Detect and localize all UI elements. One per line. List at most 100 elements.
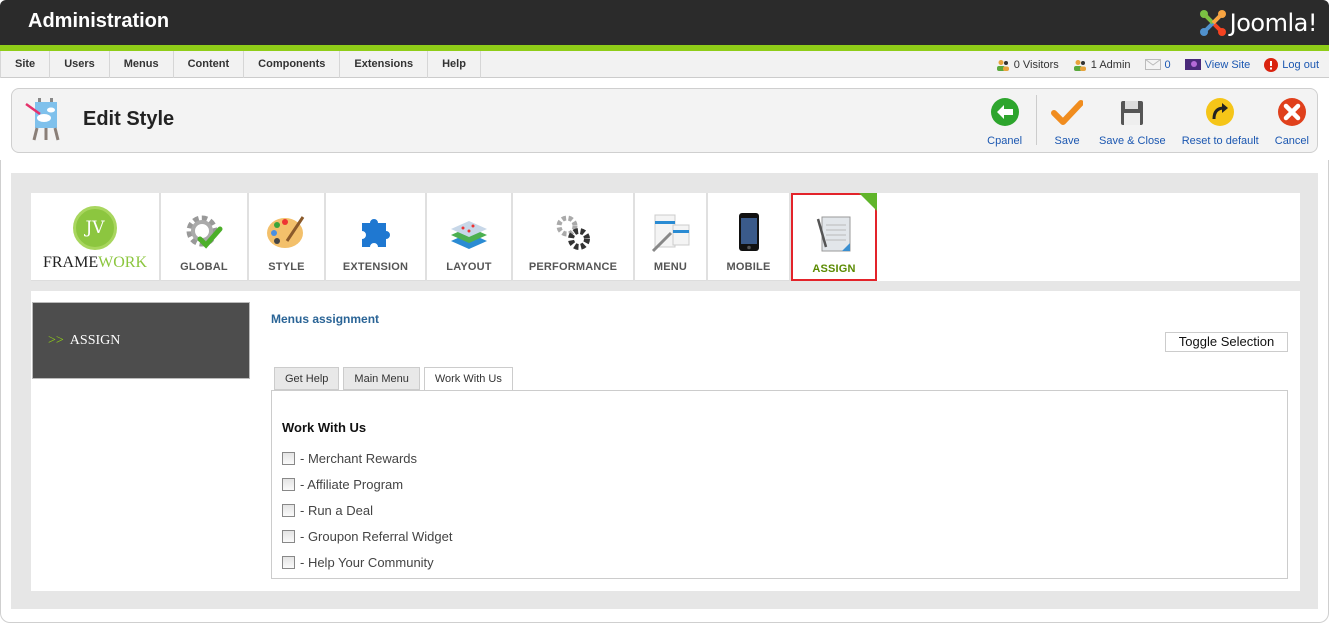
palette-icon <box>266 216 304 248</box>
menu-tabs: Get Help Main Menu Work With Us <box>274 367 517 391</box>
puzzle-icon <box>361 219 390 247</box>
tab-menu[interactable]: MENU <box>635 193 708 281</box>
status-area: 0 Visitors 1 Admin 0 View Site Log out <box>982 51 1319 78</box>
menu-item-site[interactable]: Site <box>0 51 51 78</box>
content-area: >> ASSIGN Menus assignment Toggle Selecti… <box>31 291 1300 591</box>
menu-item-components[interactable]: Components <box>244 51 341 78</box>
save-close-button[interactable]: Save & Close <box>1091 95 1174 147</box>
toolbar-separator <box>1036 95 1038 145</box>
sidebar-section-label: >> ASSIGN <box>48 333 120 349</box>
checkbox-label: - Merchant Rewards <box>300 450 418 466</box>
tab-panel: Work With Us - Merchant Rewards - Affili… <box>271 390 1288 579</box>
cancel-x-icon <box>1277 98 1306 126</box>
phone-icon <box>738 213 759 251</box>
easel-icon <box>25 98 60 141</box>
sidebar-section: >> ASSIGN <box>32 302 250 379</box>
list-item[interactable]: - Run a Deal <box>282 497 452 523</box>
checkbox[interactable] <box>282 477 295 491</box>
save-label: Save <box>1054 135 1080 147</box>
tab-extension-label: EXTENSION <box>342 261 409 273</box>
tab-global[interactable]: GLOBAL <box>161 193 249 281</box>
tab-performance-label: PERFORMANCE <box>528 261 618 273</box>
reset-default-label: Reset to default <box>1181 135 1259 147</box>
joomla-logo-icon <box>1199 10 1226 36</box>
logout-label[interactable]: Log out <box>1282 59 1319 71</box>
active-corner-icon <box>859 193 877 211</box>
users-icon <box>996 59 1009 71</box>
list-item[interactable]: - Help Your Community <box>282 549 452 575</box>
tab-main-menu[interactable]: Main Menu <box>343 367 420 390</box>
logout-icon <box>1264 57 1279 72</box>
layers-icon <box>451 221 487 249</box>
framework-logo-text: FRAMEWORK <box>43 254 147 272</box>
reset-default-button[interactable]: Reset to default <box>1174 95 1267 147</box>
logout-link[interactable]: Log out <box>1264 57 1319 72</box>
checkbox-label: - Groupon Referral Widget <box>300 528 453 544</box>
joomla-logo-text: Joomla! <box>1229 9 1318 37</box>
main-menu: Site Users Menus Content Components Exte… <box>0 51 481 78</box>
app-window: Administration Joomla! Site Users Menus … <box>0 0 1329 623</box>
cpanel-button[interactable]: Cpanel <box>979 95 1030 147</box>
menu-item-help[interactable]: Help <box>428 51 481 78</box>
menu-item-users[interactable]: Users <box>50 51 110 78</box>
checkbox-label: - Help Your Community <box>300 554 434 570</box>
view-site-link[interactable]: View Site <box>1184 59 1251 71</box>
save-close-label: Save & Close <box>1099 135 1166 147</box>
menu-item-menus[interactable]: Menus <box>110 51 174 78</box>
tab-layout[interactable]: LAYOUT <box>427 193 513 281</box>
framework-logo-circle: JV <box>73 206 117 250</box>
admin-users-icon <box>1073 59 1086 71</box>
menu-bar: Site Users Menus Content Components Exte… <box>0 51 1329 78</box>
tab-menu-label: MENU <box>653 261 688 273</box>
back-arrow-icon <box>990 98 1019 126</box>
messages-count[interactable]: 0 <box>1165 59 1171 71</box>
tab-style[interactable]: STYLE <box>249 193 326 281</box>
section-title: Menus assignment <box>271 312 380 326</box>
main-panel: JV FRAMEWORK GLOBAL STYLE EXTENSION LAYO… <box>11 173 1318 609</box>
list-item[interactable]: - Affiliate Program <box>282 471 452 497</box>
toolbar-box: Edit Style Cpanel Save Save & Close Rese… <box>11 88 1318 153</box>
checkbox[interactable] <box>282 503 295 517</box>
tab-assign-label: ASSIGN <box>812 263 856 275</box>
framework-logo: JV FRAMEWORK <box>31 193 161 281</box>
menu-item-extensions[interactable]: Extensions <box>340 51 429 78</box>
tab-assign[interactable]: ASSIGN <box>791 193 877 281</box>
tab-mobile-label: MOBILE <box>726 261 771 273</box>
admins-status: 1 Admin <box>1073 59 1131 71</box>
joomla-logo: Joomla! <box>1198 6 1318 40</box>
list-item[interactable]: - Groupon Referral Widget <box>282 523 452 549</box>
document-pen-icon <box>816 216 851 252</box>
mail-icon <box>1144 59 1161 70</box>
panel-heading: Work With Us <box>282 420 367 435</box>
view-site-label[interactable]: View Site <box>1205 59 1251 71</box>
checkmark-icon <box>1051 100 1084 125</box>
toggle-selection-button[interactable]: Toggle Selection <box>1165 332 1288 352</box>
list-item[interactable]: - Merchant Rewards <box>282 445 452 471</box>
checkbox[interactable] <box>282 529 295 543</box>
header-bar: Administration Joomla! <box>0 0 1329 45</box>
view-site-icon <box>1184 59 1201 70</box>
menu-pen-icon <box>651 214 689 253</box>
cancel-button[interactable]: Cancel <box>1267 95 1317 147</box>
reset-arrow-icon <box>1206 98 1235 126</box>
visitors-count: 0 Visitors <box>1013 58 1059 71</box>
page-title: Edit Style <box>83 108 175 130</box>
gear-check-icon <box>186 215 223 249</box>
tab-performance[interactable]: PERFORMANCE <box>513 193 635 281</box>
framework-text-dark: FRAME <box>42 254 99 271</box>
header-title: Administration <box>28 10 170 32</box>
cpanel-label: Cpanel <box>987 135 1023 147</box>
tab-extension[interactable]: EXTENSION <box>326 193 427 281</box>
checkbox-label: - Affiliate Program <box>300 476 404 492</box>
tab-layout-label: LAYOUT <box>446 261 492 273</box>
checkbox[interactable] <box>282 555 295 569</box>
messages-status[interactable]: 0 <box>1144 59 1171 71</box>
save-button[interactable]: Save <box>1043 95 1091 147</box>
tab-work-with-us[interactable]: Work With Us <box>423 367 513 391</box>
menu-item-content[interactable]: Content <box>174 51 245 78</box>
toolbar-buttons: Cpanel Save Save & Close Reset to defaul… <box>979 95 1317 147</box>
icon-tabs: JV FRAMEWORK GLOBAL STYLE EXTENSION LAYO… <box>31 193 877 281</box>
tab-get-help[interactable]: Get Help <box>274 367 340 390</box>
tab-mobile[interactable]: MOBILE <box>708 193 791 281</box>
checkbox[interactable] <box>282 451 295 465</box>
